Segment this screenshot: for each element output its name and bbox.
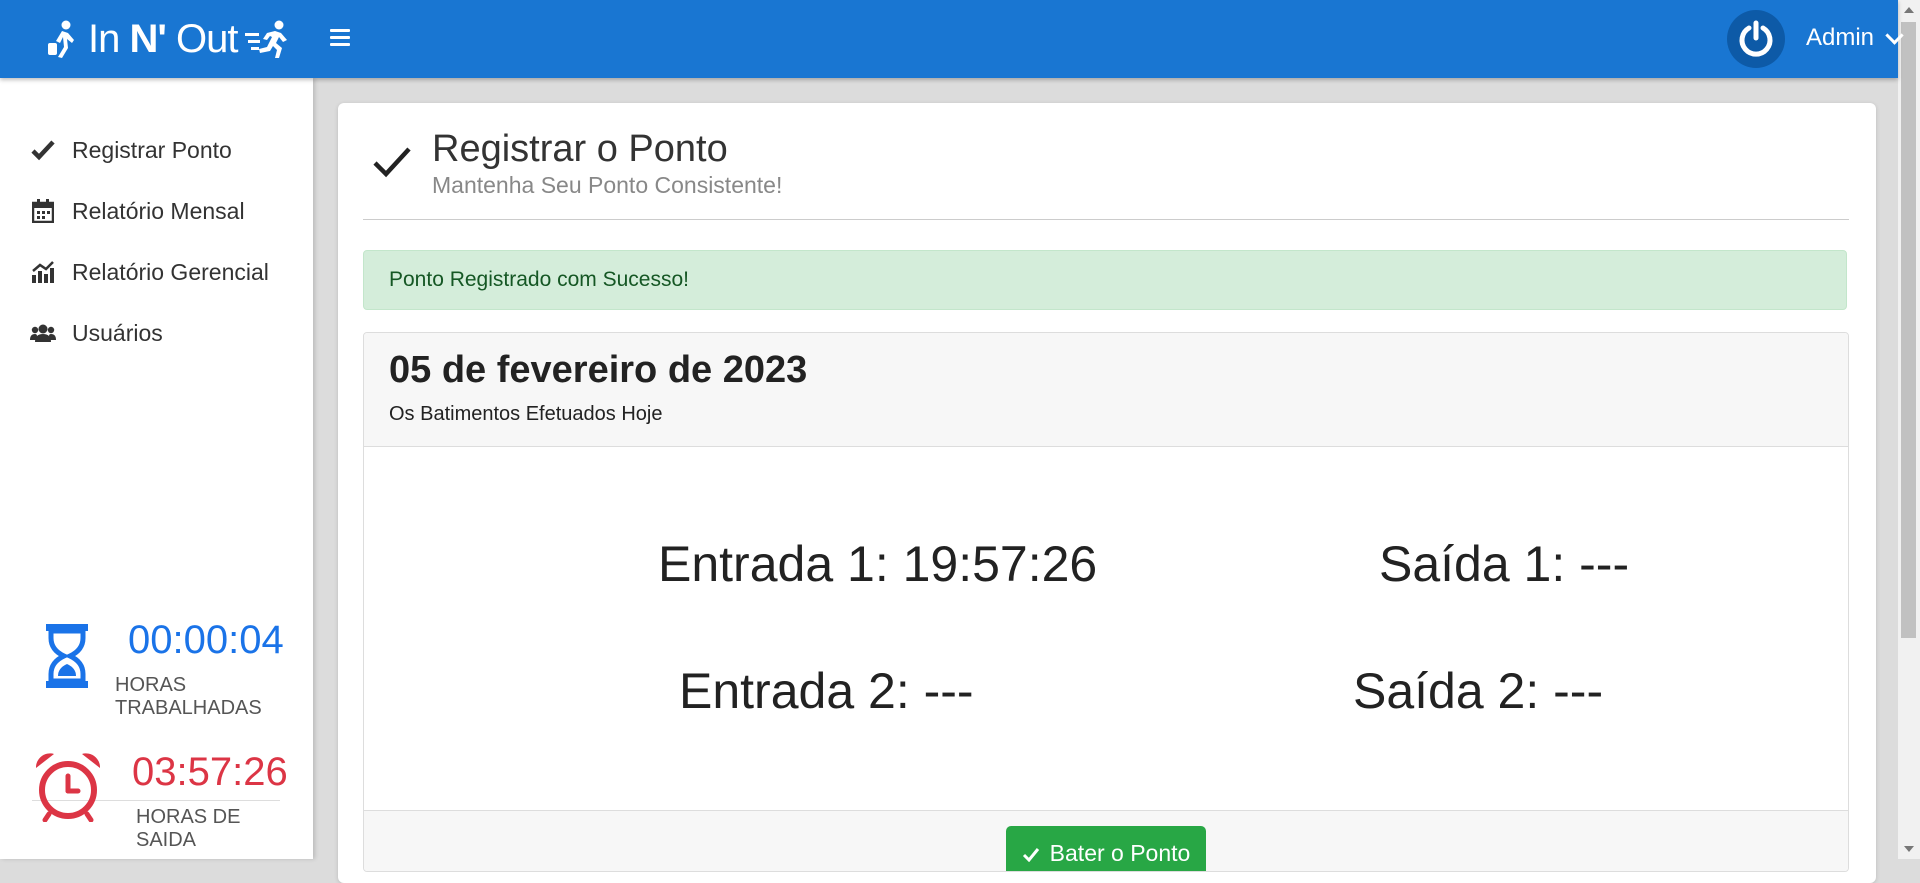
chevron-down-icon <box>1885 25 1904 45</box>
walker-icon <box>48 20 74 58</box>
panel-subtitle: Os Batimentos Efetuados Hoje <box>389 403 663 425</box>
entrada-1-value: Entrada 1: 19:57:26 <box>658 536 1098 592</box>
sidebar-item-label: Relatório Gerencial <box>72 258 269 285</box>
menu-toggle-button[interactable] <box>330 29 350 49</box>
runner-icon <box>245 20 288 58</box>
check-icon <box>372 145 412 184</box>
bater-ponto-button[interactable]: Bater o Ponto <box>1006 826 1206 871</box>
page-title: Registrar o Ponto <box>432 128 728 170</box>
user-menu[interactable]: Admin <box>1806 24 1904 52</box>
page-subtitle: Mantenha Seu Ponto Consistente! <box>432 172 783 198</box>
worked-hours-stat: 00:00:04 HORAS TRABALHADAS <box>30 618 284 719</box>
alarm-clock-icon <box>35 753 101 822</box>
success-alert: Ponto Registrado com Sucesso! <box>363 250 1847 310</box>
scroll-down-icon[interactable] <box>1904 846 1914 852</box>
vertical-scrollbar[interactable] <box>1898 0 1920 859</box>
check-icon <box>30 137 56 163</box>
sidebar-item-label: Usuários <box>72 319 163 346</box>
entrada-2-value: Entrada 2: --- <box>679 663 974 719</box>
sidebar-item-label: Registrar Ponto <box>72 136 232 163</box>
sidebar: Registrar Ponto Relatório Mensal Relatór… <box>0 78 313 859</box>
calendar-icon <box>30 198 56 224</box>
panel-footer: Bater o Ponto <box>364 810 1848 871</box>
power-icon <box>1739 20 1773 57</box>
scroll-up-icon[interactable] <box>1904 7 1914 13</box>
panel-header: 05 de fevereiro de 2023 Os Batimentos Ef… <box>364 333 1848 447</box>
saida-1-value: Saída 1: --- <box>1379 536 1630 592</box>
brand-name: In N' Out <box>88 16 238 61</box>
avatar[interactable] <box>1727 10 1785 68</box>
exit-hours-value: 03:57:26 <box>132 750 288 794</box>
worked-hours-label: HORAS TRABALHADAS <box>115 674 262 719</box>
users-icon <box>30 320 56 346</box>
sidebar-item-relatorio-gerencial[interactable]: Relatório Gerencial <box>30 252 269 292</box>
sidebar-item-label: Relatório Mensal <box>72 197 245 224</box>
sidebar-item-registrar-ponto[interactable]: Registrar Ponto <box>30 130 232 170</box>
sidebar-item-usuarios[interactable]: Usuários <box>30 313 163 353</box>
brand-logo[interactable]: In N' Out <box>44 14 289 64</box>
scrollbar-thumb[interactable] <box>1901 22 1916 638</box>
saida-2-value: Saída 2: --- <box>1353 663 1604 719</box>
current-date: 05 de fevereiro de 2023 <box>389 349 808 391</box>
check-icon <box>1022 848 1039 862</box>
sidebar-item-relatorio-mensal[interactable]: Relatório Mensal <box>30 191 245 231</box>
hourglass-icon <box>46 624 88 688</box>
divider <box>363 219 1849 220</box>
punch-panel: 05 de fevereiro de 2023 Os Batimentos Ef… <box>363 332 1849 872</box>
chart-icon <box>30 259 56 285</box>
user-name: Admin <box>1806 24 1875 51</box>
button-label: Bater o Ponto <box>1049 840 1191 866</box>
worked-hours-value: 00:00:04 <box>128 618 284 662</box>
exit-hours-label: HORAS DE SAIDA <box>136 806 241 851</box>
exit-hours-stat: 03:57:26 HORAS DE SAIDA <box>30 750 288 851</box>
top-header: In N' Out Admin <box>0 0 1904 78</box>
